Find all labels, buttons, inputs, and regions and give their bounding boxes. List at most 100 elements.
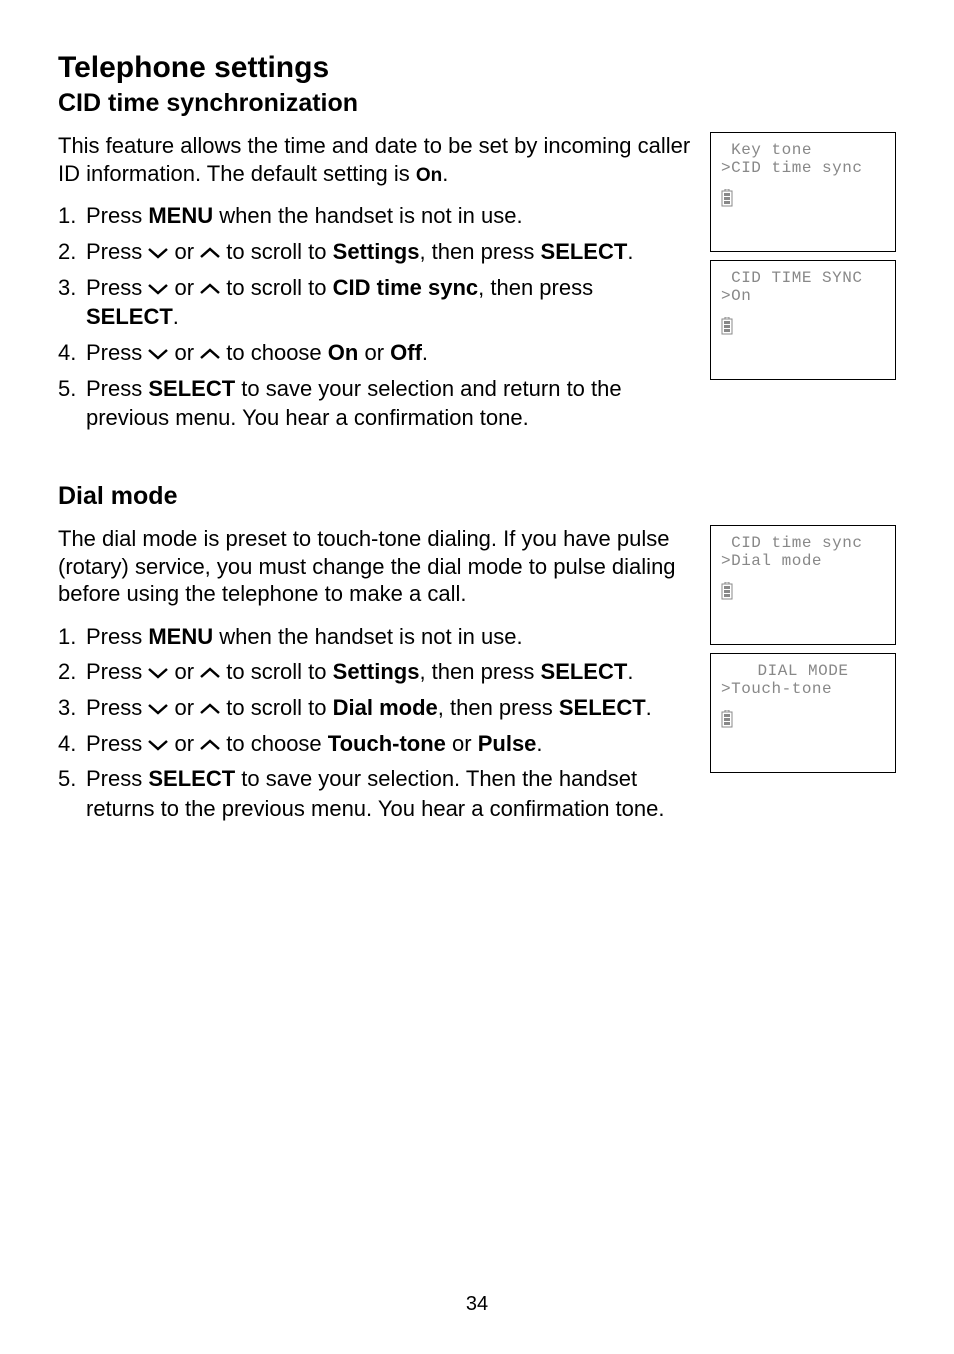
battery-icon (721, 582, 733, 605)
page-title: Telephone settings (58, 50, 896, 86)
lcd-screen: CID TIME SYNC >On (710, 260, 896, 380)
lcd-screen: DIAL MODE >Touch-tone (710, 653, 896, 773)
step-text: Press (86, 239, 148, 264)
down-arrow-icon (148, 667, 168, 679)
step-keyword: On (328, 340, 359, 365)
step-text: or (168, 659, 200, 684)
step-keyword: SELECT (148, 766, 235, 791)
step: Press or to choose Touch-tone or Pulse. (58, 729, 692, 759)
section-heading-cid: CID time synchronization (58, 88, 896, 118)
step-text: to scroll to (220, 695, 332, 720)
step-text: Press (86, 340, 148, 365)
step-text: Press (86, 203, 148, 228)
step-text: . (627, 239, 633, 264)
step-text: . (536, 731, 542, 756)
step-keyword: SELECT (86, 304, 173, 329)
manual-page: Telephone settings CID time synchronizat… (0, 0, 954, 1354)
step-text: or (168, 695, 200, 720)
step-text: Press (86, 624, 148, 649)
section2-content: The dial mode is preset to touch-tone di… (58, 525, 896, 830)
step-keyword: SELECT (541, 239, 628, 264)
step-text: , then press (478, 275, 593, 300)
step-keyword: SELECT (148, 376, 235, 401)
step-text: . (646, 695, 652, 720)
lcd-line: CID TIME SYNC (721, 269, 885, 287)
step-text: Press (86, 659, 148, 684)
step: Press MENU when the handset is not in us… (58, 201, 692, 231)
step-text: to choose (220, 340, 328, 365)
step-text: . (422, 340, 428, 365)
battery-icon (721, 710, 733, 733)
step-keyword: SELECT (559, 695, 646, 720)
step-text: or (358, 340, 390, 365)
lcd-screen: Key tone >CID time sync (710, 132, 896, 252)
intro-text: This feature allows the time and date to… (58, 133, 690, 186)
step-text: . (173, 304, 179, 329)
section2-steps: Press MENU when the handset is not in us… (58, 622, 692, 824)
down-arrow-icon (148, 283, 168, 295)
section2: Dial mode The dial mode is preset to tou… (58, 481, 896, 830)
step-text: when the handset is not in use. (213, 203, 522, 228)
down-arrow-icon (148, 739, 168, 751)
step: Press MENU when the handset is not in us… (58, 622, 692, 652)
step: Press or to scroll to Settings, then pre… (58, 657, 692, 687)
step-text: Press (86, 695, 148, 720)
step: Press or to choose On or Off. (58, 338, 692, 368)
step-keyword: Touch-tone (328, 731, 446, 756)
step: Press or to scroll to Settings, then pre… (58, 237, 692, 267)
up-arrow-icon (200, 667, 220, 679)
lcd-line: >Dial mode (721, 552, 885, 570)
section1-screens: Key tone >CID time sync CID TIME SYNC >O… (710, 132, 896, 388)
step-text: Press (86, 731, 148, 756)
section1-content: This feature allows the time and date to… (58, 132, 896, 439)
section-heading-dial: Dial mode (58, 481, 896, 511)
step: Press SELECT to save your selection. The… (58, 764, 692, 823)
step-text: when the handset is not in use. (213, 624, 522, 649)
step-text: to choose (220, 731, 328, 756)
step-text: or (446, 731, 478, 756)
intro-suffix: . (442, 161, 448, 186)
step-text: to scroll to (220, 275, 332, 300)
section2-text: The dial mode is preset to touch-tone di… (58, 525, 692, 830)
step-text: or (168, 239, 200, 264)
step-keyword: SELECT (541, 659, 628, 684)
step-keyword: MENU (148, 624, 213, 649)
lcd-line: >CID time sync (721, 159, 885, 177)
step-text: . (627, 659, 633, 684)
up-arrow-icon (200, 348, 220, 360)
section1-text: This feature allows the time and date to… (58, 132, 692, 439)
step-text: or (168, 275, 200, 300)
page-number: 34 (0, 1293, 954, 1316)
lcd-screen: CID time sync >Dial mode (710, 525, 896, 645)
step-text: Press (86, 275, 148, 300)
section1-steps: Press MENU when the handset is not in us… (58, 201, 692, 433)
section1-intro: This feature allows the time and date to… (58, 132, 692, 187)
step-keyword: Pulse (478, 731, 537, 756)
step-text: Press (86, 766, 148, 791)
up-arrow-icon (200, 703, 220, 715)
lcd-line: DIAL MODE (721, 662, 885, 680)
down-arrow-icon (148, 348, 168, 360)
down-arrow-icon (148, 703, 168, 715)
step-text: to scroll to (220, 659, 332, 684)
step-text: or (168, 340, 200, 365)
step-keyword: Dial mode (333, 695, 438, 720)
up-arrow-icon (200, 283, 220, 295)
section2-screens: CID time sync >Dial mode DIAL MODE >Touc… (710, 525, 896, 781)
step-keyword: Settings (333, 239, 420, 264)
step-text: , then press (419, 239, 540, 264)
section2-intro: The dial mode is preset to touch-tone di… (58, 525, 692, 608)
intro-strong: On (416, 165, 442, 186)
step-keyword: MENU (148, 203, 213, 228)
lcd-line: Key tone (721, 141, 885, 159)
step-text: Press (86, 376, 148, 401)
lcd-line: >On (721, 287, 885, 305)
step-keyword: Off (390, 340, 422, 365)
step: Press SELECT to save your selection and … (58, 374, 692, 433)
step-text: to scroll to (220, 239, 332, 264)
down-arrow-icon (148, 247, 168, 259)
step-keyword: Settings (333, 659, 420, 684)
step: Press or to scroll to Dial mode, then pr… (58, 693, 692, 723)
step: Press or to scroll to CID time sync, the… (58, 273, 692, 332)
up-arrow-icon (200, 247, 220, 259)
